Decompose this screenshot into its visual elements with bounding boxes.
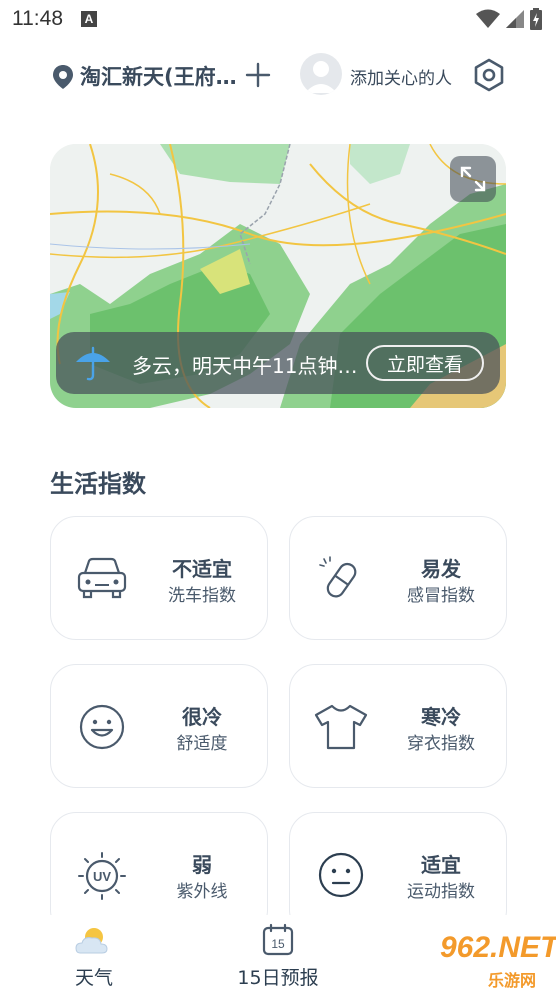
watermark-sub: 乐游网 [488,971,537,990]
add-city-icon[interactable] [245,62,271,88]
notification-icon: A [81,11,97,27]
dressing-index-card[interactable]: 寒冷 穿衣指数 [289,664,507,788]
header: 淘汇新天(王府… 添加关心的人 [0,50,556,100]
status-bar: 11:48 A [0,0,556,38]
comfort-index-card[interactable]: 很冷 舒适度 [50,664,268,788]
bottom-nav: 天气 15 15日预报 962.NET 乐游网 [0,915,556,990]
expand-icon [460,166,486,192]
neutral-face-icon [318,852,364,898]
card-value: 弱 [192,853,212,877]
card-label: 洗车指数 [168,586,236,606]
card-value: 适宜 [421,853,461,877]
umbrella-icon [76,346,110,381]
card-label: 感冒指数 [407,586,475,606]
card-label: 穿衣指数 [407,734,475,754]
weather-alert-bar[interactable]: 多云，明天中午11点钟… 立即查看 [56,332,500,394]
card-label: 运动指数 [407,882,475,902]
tab-15-day-forecast[interactable]: 15 15日预报 [208,915,348,990]
status-icons [476,8,542,30]
signal-icon [506,10,524,28]
avatar[interactable] [300,53,342,95]
uv-sun-icon: UV [78,852,126,900]
svg-text:UV: UV [93,869,111,884]
tshirt-icon [314,704,368,750]
calendar-date-text: 15 [271,937,285,951]
cold-index-card[interactable]: 易发 感冒指数 [289,516,507,640]
status-time: 11:48 [12,7,63,30]
add-care-person-link[interactable]: 添加关心的人 [350,64,452,89]
alert-text: 多云，明天中午11点钟… [132,354,358,378]
car-wash-index-card[interactable]: 不适宜 洗车指数 [50,516,268,640]
card-label: 舒适度 [176,734,228,754]
car-icon [77,557,127,599]
card-value: 不适宜 [172,557,232,581]
view-now-button[interactable]: 立即查看 [366,345,484,381]
tab-forecast-label: 15日预报 [237,967,319,989]
location-pin-icon [53,65,73,89]
card-label: 紫外线 [176,882,228,902]
pill-icon [319,556,357,598]
tab-weather[interactable]: 天气 [24,915,164,990]
weather-cloud-sun-icon [75,928,108,954]
tab-weather-label: 天气 [74,967,113,989]
watermark-logo: 962.NET 乐游网 [406,927,556,990]
radar-map-card[interactable]: 多云，明天中午11点钟… 立即查看 [50,144,506,408]
card-value: 易发 [421,557,461,581]
smile-face-icon [79,704,125,750]
card-value: 寒冷 [421,705,461,729]
expand-map-button[interactable] [450,156,496,202]
life-index-title: 生活指数 [50,470,146,498]
wifi-icon [476,9,500,28]
default-avatar-icon [305,61,337,93]
card-value: 很冷 [182,705,222,729]
battery-icon [530,8,542,30]
settings-icon[interactable] [472,58,506,92]
watermark-brand: 962.NET [440,931,556,964]
location-name[interactable]: 淘汇新天(王府… [80,61,237,91]
calendar-icon: 15 [262,923,294,956]
